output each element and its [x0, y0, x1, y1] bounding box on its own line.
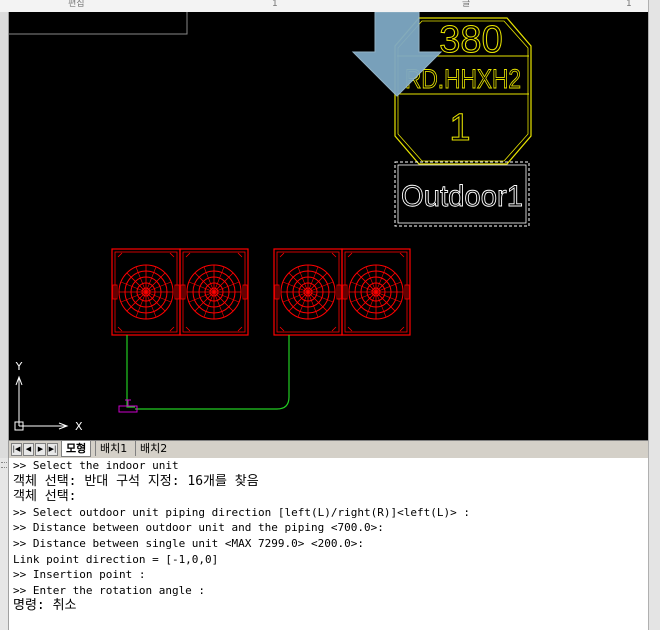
- command-line: >> Distance between outdoor unit and the…: [13, 521, 384, 535]
- next-tab-icon[interactable]: ▶: [35, 443, 46, 456]
- top-toolbar-strip: 편집 1 글 1: [0, 0, 660, 12]
- pipe-left[interactable]: [126, 335, 135, 408]
- outdoor-label-box[interactable]: Outdoor1: [394, 161, 530, 227]
- left-window-edge: [0, 12, 9, 458]
- tab-layout1[interactable]: 배치1: [95, 441, 131, 456]
- indoor-unit-group-left[interactable]: [112, 249, 248, 335]
- pipe-right[interactable]: [135, 335, 290, 410]
- nameplate-text-380: 380: [439, 19, 502, 61]
- prev-tab-icon[interactable]: ◀: [23, 443, 34, 456]
- drawing-svg[interactable]: 380 RD.HHXH2 1 Outdoor1 Y X: [9, 12, 648, 440]
- outdoor-label-text: Outdoor1: [401, 180, 523, 213]
- command-window-grip[interactable]: [0, 458, 9, 630]
- tab-model[interactable]: 모형: [61, 441, 92, 457]
- last-tab-icon[interactable]: ▶|: [47, 443, 58, 456]
- indoor-unit-group-right[interactable]: [274, 249, 410, 335]
- drawing-canvas[interactable]: 380 RD.HHXH2 1 Outdoor1 Y X: [9, 12, 648, 440]
- command-line: >> Insertion point :: [13, 568, 146, 582]
- command-line: Link point direction = [-1,0,0]: [13, 552, 219, 566]
- command-line: 객체 선택:: [13, 489, 77, 505]
- ucs-icon: Y X: [14, 360, 83, 433]
- link-point-marker[interactable]: [118, 399, 138, 413]
- command-line: >> Select the indoor unit: [13, 459, 179, 472]
- command-line: 객체 선택: 반대 구석 지정: 16개를 찾음: [13, 473, 259, 489]
- command-line: 명령: 취소: [13, 598, 77, 614]
- layout-tab-bar: |◀ ◀ ▶ ▶| 모형 배치1 배치2: [9, 440, 648, 458]
- nameplate-text-number: 1: [449, 107, 470, 149]
- viewport-frame-corner: [9, 12, 188, 35]
- command-line: >> Select outdoor unit piping direction …: [13, 505, 470, 519]
- toolbar-fragment: 1: [272, 0, 278, 9]
- toolbar-fragment: 1: [626, 0, 632, 9]
- tab-layout2[interactable]: 배치2: [135, 441, 171, 456]
- first-tab-icon[interactable]: |◀: [11, 443, 22, 456]
- grip-icon: [1, 462, 7, 468]
- command-line: >> Distance between single unit <MAX 729…: [13, 536, 364, 550]
- toolbar-fragment: 편집: [68, 0, 85, 9]
- ucs-x-label: X: [75, 420, 83, 433]
- vertical-scrollbar[interactable]: [648, 0, 660, 630]
- toolbar-fragment: 글: [462, 0, 471, 9]
- command-line: >> Enter the rotation angle :: [13, 583, 206, 597]
- command-history[interactable]: >> Select the indoor unit 객체 선택: 반대 구석 지…: [9, 458, 648, 630]
- ucs-y-label: Y: [15, 360, 23, 373]
